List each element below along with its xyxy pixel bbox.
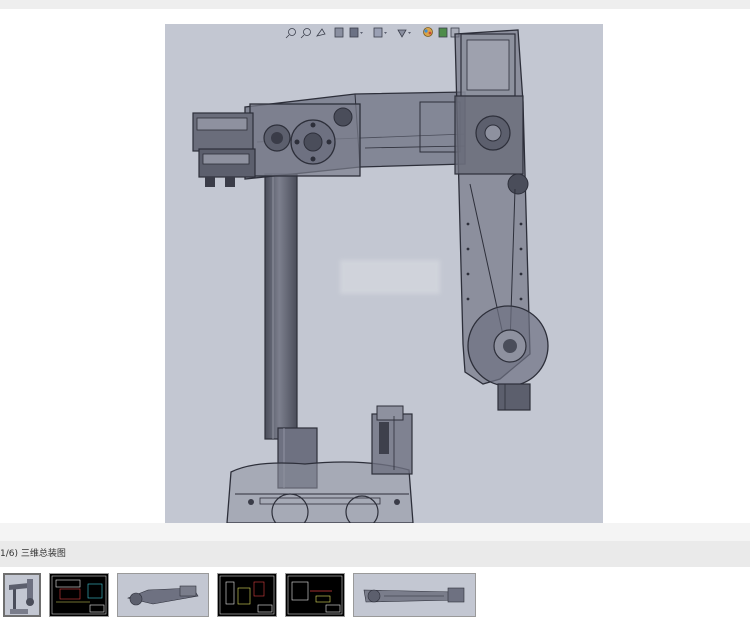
thumbnail-strip bbox=[0, 567, 750, 620]
caption-bar: 1/6) 三维总装图 bbox=[0, 541, 750, 567]
rear-motor bbox=[192, 112, 256, 187]
previous-view-icon[interactable] bbox=[316, 28, 326, 37]
view-orientation-icon[interactable] bbox=[349, 27, 363, 38]
scene-icon[interactable] bbox=[438, 27, 448, 38]
thumbnail-drawing-1[interactable] bbox=[49, 573, 109, 617]
thumbnail-drawing-2[interactable] bbox=[217, 573, 277, 617]
base-motor bbox=[371, 405, 413, 475]
appearance-icon[interactable] bbox=[423, 27, 433, 37]
vertical-column bbox=[264, 173, 298, 440]
thumbnail-3d-arm-side[interactable] bbox=[117, 573, 209, 617]
shoulder-gearbox bbox=[249, 103, 361, 177]
wrist-joint bbox=[467, 305, 549, 411]
watermark-blur bbox=[340, 260, 440, 294]
thumbnail-drawing-3[interactable] bbox=[285, 573, 345, 617]
thumbnail-3d-assembly[interactable] bbox=[3, 573, 41, 617]
section-view-icon[interactable] bbox=[334, 27, 344, 38]
top-strip bbox=[0, 0, 750, 9]
image-viewer bbox=[0, 9, 750, 523]
display-style-icon[interactable] bbox=[373, 27, 387, 38]
zoom-fit-icon[interactable] bbox=[285, 28, 296, 39]
viewer-bottom-gap bbox=[0, 523, 750, 541]
main-model-image[interactable] bbox=[165, 24, 603, 523]
hide-show-icon[interactable] bbox=[397, 29, 411, 38]
thumbnail-3d-arm-top[interactable] bbox=[353, 573, 476, 617]
zoom-area-icon[interactable] bbox=[300, 28, 311, 39]
image-caption: 1/6) 三维总装图 bbox=[0, 549, 66, 559]
viewport-toolbar bbox=[285, 27, 460, 39]
